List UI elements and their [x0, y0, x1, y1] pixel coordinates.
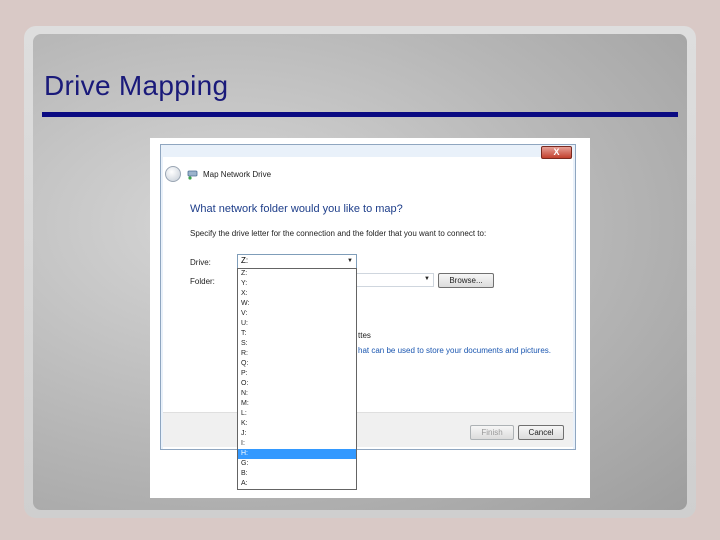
drive-list-item[interactable]: Q:	[238, 359, 356, 369]
dialog-instruction: Specify the drive letter for the connect…	[190, 229, 487, 238]
drive-dropdown-list[interactable]: Z: Y: X: W: V: U: T: S: R: Q: P: O: N: M: L: K: J: I: H: G:…	[237, 268, 357, 490]
drive-list-item[interactable]: S:	[238, 339, 356, 349]
window-title: Map Network Drive	[203, 170, 272, 179]
dialog-heading: What network folder would you like to ma…	[190, 203, 403, 215]
drive-list-item[interactable]: N:	[238, 389, 356, 399]
drive-list-item[interactable]: L:	[238, 409, 356, 419]
drive-select[interactable]: Z: ▼	[237, 254, 357, 269]
slide-title: Drive Mapping	[44, 70, 229, 101]
drive-list-item[interactable]: G:	[238, 459, 356, 469]
title-underline	[42, 112, 678, 117]
drive-select-value: Z:	[241, 256, 249, 265]
drive-list-item[interactable]: A:	[238, 479, 356, 489]
drive-list-item[interactable]: R:	[238, 349, 356, 359]
back-arrow-icon[interactable]	[165, 166, 181, 182]
drive-list-item[interactable]: Y:	[238, 279, 356, 289]
window-client-area	[163, 157, 573, 449]
drive-list-item[interactable]: O:	[238, 379, 356, 389]
drive-list-item[interactable]: T:	[238, 329, 356, 339]
chevron-down-icon: ▼	[347, 258, 353, 264]
browse-button[interactable]: Browse...	[438, 273, 494, 288]
drive-list-item[interactable]: M:	[238, 399, 356, 409]
drive-list-item[interactable]: B:	[238, 469, 356, 479]
drive-list-item[interactable]: V:	[238, 309, 356, 319]
drive-list-item[interactable]: J:	[238, 429, 356, 439]
drive-list-item[interactable]: H:	[238, 449, 356, 459]
drive-label: Drive:	[190, 258, 211, 267]
drive-list-item[interactable]: X:	[238, 289, 356, 299]
drive-list-item[interactable]: I:	[238, 439, 356, 449]
folder-label: Folder:	[190, 277, 215, 286]
drive-list-item[interactable]: P:	[238, 369, 356, 379]
close-button[interactable]: X	[541, 146, 572, 159]
drive-list-item[interactable]: W:	[238, 299, 356, 309]
cancel-button[interactable]: Cancel	[518, 425, 564, 440]
map-network-drive-window	[160, 144, 576, 450]
connect-website-link-partial[interactable]: hat can be used to store your documents …	[358, 346, 551, 355]
finish-button[interactable]: Finish	[470, 425, 514, 440]
reconnect-label-partial: ttes	[358, 331, 371, 340]
drive-list-item[interactable]: Z:	[238, 269, 356, 279]
drive-list-item[interactable]: U:	[238, 319, 356, 329]
chevron-down-icon: ▼	[424, 276, 430, 282]
folder-input[interactable]: ▼	[356, 273, 434, 287]
drive-list-item[interactable]: K:	[238, 419, 356, 429]
network-drive-icon	[187, 170, 198, 180]
